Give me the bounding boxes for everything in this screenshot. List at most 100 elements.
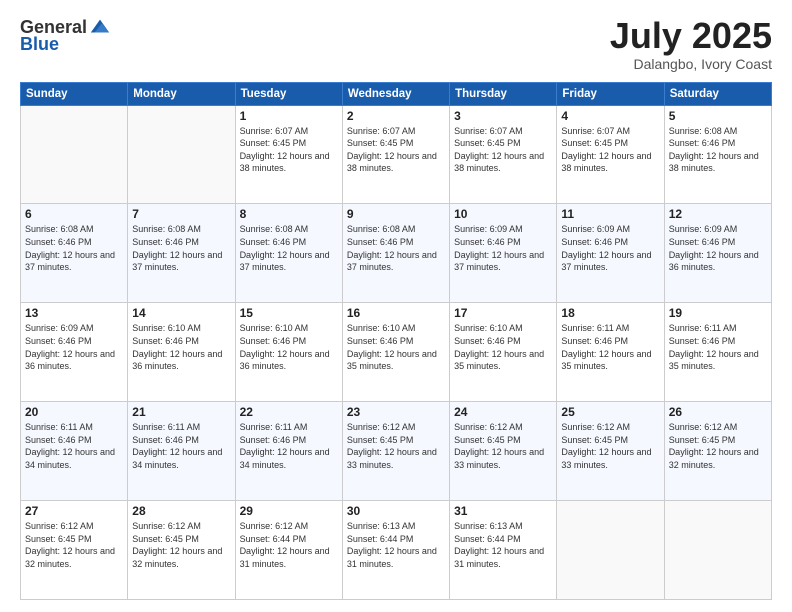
calendar-cell: 30 Sunrise: 6:13 AMSunset: 6:44 PMDayligh… [342,501,449,600]
calendar-cell: 2 Sunrise: 6:07 AMSunset: 6:45 PMDaylight… [342,105,449,204]
day-number: 19 [669,306,767,320]
day-info: Sunrise: 6:13 AMSunset: 6:44 PMDaylight:… [347,520,445,570]
title-block: July 2025 Dalangbo, Ivory Coast [610,16,772,72]
calendar-cell: 16 Sunrise: 6:10 AMSunset: 6:46 PMDayligh… [342,303,449,402]
day-info: Sunrise: 6:09 AMSunset: 6:46 PMDaylight:… [669,223,767,273]
day-number: 15 [240,306,338,320]
day-info: Sunrise: 6:08 AMSunset: 6:46 PMDaylight:… [347,223,445,273]
calendar-week-row: 1Sunrise: 6:07 AMSunset: 6:45 PMDaylight… [21,105,772,204]
calendar-header-wednesday: Wednesday [342,82,449,105]
day-number: 27 [25,504,123,518]
day-number: 3 [454,109,552,123]
day-number: 18 [561,306,659,320]
day-info: Sunrise: 6:08 AMSunset: 6:46 PMDaylight:… [669,125,767,175]
calendar-cell: 31 Sunrise: 6:13 AMSunset: 6:44 PMDayligh… [450,501,557,600]
day-number: 6 [25,207,123,221]
day-number: 30 [347,504,445,518]
day-info: Sunrise: 6:11 AMSunset: 6:46 PMDaylight:… [25,421,123,471]
day-number: 21 [132,405,230,419]
logo: General Blue [20,16,111,55]
day-number: 23 [347,405,445,419]
day-info: Sunrise: 6:11 AMSunset: 6:46 PMDaylight:… [561,322,659,372]
day-info: Sunrise: 6:12 AMSunset: 6:45 PMDaylight:… [132,520,230,570]
calendar-cell [21,105,128,204]
calendar-cell: 23Sunrise: 6:12 AMSunset: 6:45 PMDayligh… [342,402,449,501]
day-number: 28 [132,504,230,518]
calendar-cell: 7 Sunrise: 6:08 AMSunset: 6:46 PMDaylight… [128,204,235,303]
calendar-cell: 12 Sunrise: 6:09 AMSunset: 6:46 PMDayligh… [664,204,771,303]
calendar-header-friday: Friday [557,82,664,105]
day-info: Sunrise: 6:08 AMSunset: 6:46 PMDaylight:… [240,223,338,273]
day-info: Sunrise: 6:07 AMSunset: 6:45 PMDaylight:… [240,125,338,175]
day-number: 12 [669,207,767,221]
day-number: 16 [347,306,445,320]
calendar-cell: 19 Sunrise: 6:11 AMSunset: 6:46 PMDayligh… [664,303,771,402]
day-number: 10 [454,207,552,221]
calendar-cell: 27 Sunrise: 6:12 AMSunset: 6:45 PMDayligh… [21,501,128,600]
logo-icon [89,16,111,38]
day-info: Sunrise: 6:08 AMSunset: 6:46 PMDaylight:… [132,223,230,273]
calendar-header-tuesday: Tuesday [235,82,342,105]
calendar-header-monday: Monday [128,82,235,105]
day-info: Sunrise: 6:12 AMSunset: 6:44 PMDaylight:… [240,520,338,570]
calendar-cell: 20 Sunrise: 6:11 AMSunset: 6:46 PMDayligh… [21,402,128,501]
day-info: Sunrise: 6:13 AMSunset: 6:44 PMDaylight:… [454,520,552,570]
calendar-week-row: 20 Sunrise: 6:11 AMSunset: 6:46 PMDayligh… [21,402,772,501]
day-number: 11 [561,207,659,221]
calendar-cell: 28 Sunrise: 6:12 AMSunset: 6:45 PMDayligh… [128,501,235,600]
page: General Blue July 2025 Dalangbo, Ivory C… [0,0,792,612]
day-info: Sunrise: 6:12 AMSunset: 6:45 PMDaylight:… [561,421,659,471]
calendar-cell: 21 Sunrise: 6:11 AMSunset: 6:46 PMDayligh… [128,402,235,501]
calendar-cell: 9 Sunrise: 6:08 AMSunset: 6:46 PMDaylight… [342,204,449,303]
day-number: 9 [347,207,445,221]
day-info: Sunrise: 6:10 AMSunset: 6:46 PMDaylight:… [240,322,338,372]
day-number: 20 [25,405,123,419]
month-year: July 2025 [610,16,772,56]
day-info: Sunrise: 6:12 AMSunset: 6:45 PMDaylight:… [454,421,552,471]
day-number: 29 [240,504,338,518]
day-info: Sunrise: 6:12 AMSunset: 6:45 PMDaylight:… [669,421,767,471]
day-number: 22 [240,405,338,419]
day-number: 8 [240,207,338,221]
calendar-cell: 25 Sunrise: 6:12 AMSunset: 6:45 PMDayligh… [557,402,664,501]
calendar-cell [557,501,664,600]
calendar-cell: 1Sunrise: 6:07 AMSunset: 6:45 PMDaylight… [235,105,342,204]
calendar-header-row: SundayMondayTuesdayWednesdayThursdayFrid… [21,82,772,105]
calendar-cell: 17Sunrise: 6:10 AMSunset: 6:46 PMDayligh… [450,303,557,402]
day-number: 7 [132,207,230,221]
calendar-cell: 8 Sunrise: 6:08 AMSunset: 6:46 PMDaylight… [235,204,342,303]
calendar-cell: 11 Sunrise: 6:09 AMSunset: 6:46 PMDayligh… [557,204,664,303]
calendar-cell: 15 Sunrise: 6:10 AMSunset: 6:46 PMDayligh… [235,303,342,402]
calendar-cell [128,105,235,204]
day-info: Sunrise: 6:11 AMSunset: 6:46 PMDaylight:… [669,322,767,372]
day-info: Sunrise: 6:10 AMSunset: 6:46 PMDaylight:… [132,322,230,372]
day-number: 26 [669,405,767,419]
calendar-cell: 4Sunrise: 6:07 AMSunset: 6:45 PMDaylight… [557,105,664,204]
calendar-cell: 14Sunrise: 6:10 AMSunset: 6:46 PMDayligh… [128,303,235,402]
day-info: Sunrise: 6:08 AMSunset: 6:46 PMDaylight:… [25,223,123,273]
day-info: Sunrise: 6:12 AMSunset: 6:45 PMDaylight:… [25,520,123,570]
day-info: Sunrise: 6:07 AMSunset: 6:45 PMDaylight:… [454,125,552,175]
calendar-cell: 26 Sunrise: 6:12 AMSunset: 6:45 PMDayligh… [664,402,771,501]
calendar-cell [664,501,771,600]
day-info: Sunrise: 6:10 AMSunset: 6:46 PMDaylight:… [347,322,445,372]
calendar-cell: 5Sunrise: 6:08 AMSunset: 6:46 PMDaylight… [664,105,771,204]
calendar-week-row: 6 Sunrise: 6:08 AMSunset: 6:46 PMDaylight… [21,204,772,303]
calendar-week-row: 13Sunrise: 6:09 AMSunset: 6:46 PMDayligh… [21,303,772,402]
calendar-week-row: 27 Sunrise: 6:12 AMSunset: 6:45 PMDayligh… [21,501,772,600]
logo-blue-text: Blue [20,34,59,55]
calendar-header-saturday: Saturday [664,82,771,105]
calendar-header-sunday: Sunday [21,82,128,105]
day-number: 25 [561,405,659,419]
day-info: Sunrise: 6:07 AMSunset: 6:45 PMDaylight:… [347,125,445,175]
calendar-cell: 10 Sunrise: 6:09 AMSunset: 6:46 PMDayligh… [450,204,557,303]
calendar-cell: 22 Sunrise: 6:11 AMSunset: 6:46 PMDayligh… [235,402,342,501]
day-info: Sunrise: 6:10 AMSunset: 6:46 PMDaylight:… [454,322,552,372]
day-info: Sunrise: 6:09 AMSunset: 6:46 PMDaylight:… [454,223,552,273]
day-info: Sunrise: 6:11 AMSunset: 6:46 PMDaylight:… [240,421,338,471]
day-number: 2 [347,109,445,123]
day-info: Sunrise: 6:11 AMSunset: 6:46 PMDaylight:… [132,421,230,471]
calendar-cell: 6 Sunrise: 6:08 AMSunset: 6:46 PMDaylight… [21,204,128,303]
day-number: 31 [454,504,552,518]
day-info: Sunrise: 6:09 AMSunset: 6:46 PMDaylight:… [561,223,659,273]
